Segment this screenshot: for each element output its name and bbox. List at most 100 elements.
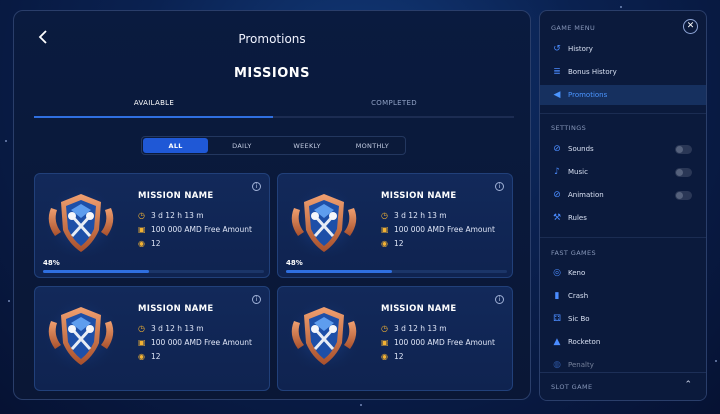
- setting-animation[interactable]: ⊘ Animation: [540, 185, 706, 205]
- megaphone-icon: ◀: [553, 90, 561, 100]
- divider: [540, 237, 706, 238]
- menu-item-label: Promotions: [568, 91, 608, 99]
- page-title: Promotions: [238, 32, 306, 46]
- keno-icon: ◎: [553, 268, 561, 278]
- close-icon: ✕: [686, 21, 695, 31]
- gamepad-icon: ◉: [381, 238, 388, 248]
- setting-music[interactable]: ♪ Music: [540, 162, 706, 182]
- clock-icon: ◷: [381, 210, 388, 220]
- info-icon[interactable]: i: [252, 295, 261, 304]
- period-filter: ALL DAILY WEEKLY MONTHLY: [141, 136, 406, 155]
- progress-bar: [43, 270, 264, 273]
- gift-icon: ▣: [381, 337, 389, 347]
- animation-muted-icon: ⊘: [553, 190, 561, 200]
- crash-chart-icon: ▮: [554, 291, 560, 301]
- gift-icon: ▣: [381, 224, 389, 234]
- menu-item-history[interactable]: ↺ History: [540, 39, 706, 59]
- mission-games: 12: [151, 239, 161, 248]
- game-sic-bo[interactable]: ⚃ Sic Bo: [540, 309, 706, 329]
- gamepad-icon: ◉: [138, 238, 145, 248]
- slot-game-label: SLOT GAME: [551, 383, 593, 391]
- clock-icon: ◷: [138, 323, 145, 333]
- sound-muted-icon: ⊘: [553, 144, 561, 154]
- gift-icon: ▣: [138, 337, 146, 347]
- game-label: Crash: [568, 292, 589, 300]
- mission-reward: 100 000 AMD Free Amount: [394, 225, 495, 234]
- mission-card[interactable]: MISSION NAME i ◷ 3 d 12 h 13 m ▣ 100 000 A…: [277, 173, 513, 278]
- game-label: Keno: [568, 269, 586, 277]
- mission-badge-icon: [43, 184, 119, 260]
- mission-games: 12: [151, 352, 161, 361]
- sounds-toggle[interactable]: [675, 144, 692, 154]
- menu-item-label: History: [568, 45, 593, 53]
- mission-reward: 100 000 AMD Free Amount: [151, 338, 252, 347]
- clock-icon: ◷: [138, 210, 145, 220]
- rocket-icon: ▲: [553, 337, 561, 347]
- mission-time: 3 d 12 h 13 m: [151, 211, 204, 220]
- mission-tabs: AVAILABLE COMPLETED: [34, 99, 514, 119]
- settings-label: SETTINGS: [551, 124, 587, 132]
- menu-item-label: Bonus History: [568, 68, 617, 76]
- progress-fill: [286, 270, 393, 273]
- mission-games: 12: [394, 239, 404, 248]
- penalty-icon: ◍: [553, 360, 561, 370]
- dice-icon: ⚃: [553, 314, 561, 324]
- bonus-history-icon: ≣: [553, 67, 561, 77]
- progress-label: 48%: [43, 259, 60, 267]
- missions-heading: MISSIONS: [233, 66, 311, 81]
- mission-card[interactable]: MISSION NAME i ◷ 3 d 12 h 13 m ▣ 100 000 A…: [34, 173, 270, 278]
- mission-badge-icon: [286, 297, 362, 373]
- fast-games-label: FAST GAMES: [551, 249, 597, 257]
- setting-rules[interactable]: ⚒ Rules: [540, 208, 706, 228]
- progress-bar: [286, 270, 507, 273]
- close-button[interactable]: ✕: [683, 19, 698, 34]
- game-menu-label: GAME MENU: [551, 24, 596, 32]
- mission-games: 12: [394, 352, 404, 361]
- progress-fill: [43, 270, 150, 273]
- game-menu-sidebar: GAME MENU ✕ ↺ History ≣ Bonus History ◀ Pro…: [539, 10, 707, 401]
- mission-reward: 100 000 AMD Free Amount: [151, 225, 252, 234]
- game-keno[interactable]: ◎ Keno: [540, 263, 706, 283]
- chevron-up-icon[interactable]: ⌃: [684, 380, 692, 390]
- mission-reward: 100 000 AMD Free Amount: [394, 338, 495, 347]
- menu-item-bonus-history[interactable]: ≣ Bonus History: [540, 62, 706, 82]
- gamepad-icon: ◉: [381, 351, 388, 361]
- history-icon: ↺: [553, 44, 561, 54]
- setting-label: Music: [568, 168, 588, 176]
- info-icon[interactable]: i: [252, 182, 261, 191]
- gamepad-icon: ◉: [138, 351, 145, 361]
- info-icon[interactable]: i: [495, 182, 504, 191]
- game-rocketon[interactable]: ▲ Rocketon: [540, 332, 706, 352]
- info-icon[interactable]: i: [495, 295, 504, 304]
- mission-card[interactable]: MISSION NAME i ◷ 3 d 12 h 13 m ▣ 100 000 A…: [277, 286, 513, 391]
- filter-weekly[interactable]: WEEKLY: [275, 137, 340, 154]
- game-label: Penalty: [568, 361, 594, 369]
- mission-name: MISSION NAME: [138, 304, 214, 314]
- mission-badge-icon: [286, 184, 362, 260]
- filter-monthly[interactable]: MONTHLY: [340, 137, 405, 154]
- game-crash[interactable]: ▮ Crash: [540, 286, 706, 306]
- setting-label: Rules: [568, 214, 587, 222]
- setting-sounds[interactable]: ⊘ Sounds: [540, 139, 706, 159]
- rules-hammer-icon: ⚒: [552, 213, 562, 223]
- game-label: Rocketon: [568, 338, 601, 346]
- tab-available[interactable]: AVAILABLE: [34, 99, 274, 107]
- divider: [540, 113, 706, 114]
- music-muted-icon: ♪: [554, 167, 560, 177]
- tab-completed[interactable]: COMPLETED: [274, 99, 514, 107]
- mission-badge-icon: [43, 297, 119, 373]
- mission-name: MISSION NAME: [381, 304, 457, 314]
- mission-card[interactable]: MISSION NAME i ◷ 3 d 12 h 13 m ▣ 100 000 A…: [34, 286, 270, 391]
- filter-daily[interactable]: DAILY: [209, 137, 274, 154]
- slot-game-section[interactable]: SLOT GAME ⌃: [540, 372, 706, 400]
- progress-label: 48%: [286, 259, 303, 267]
- gift-icon: ▣: [138, 224, 146, 234]
- music-toggle[interactable]: [675, 167, 692, 177]
- animation-toggle[interactable]: [675, 190, 692, 200]
- filter-all[interactable]: ALL: [143, 138, 209, 153]
- promotions-panel: Promotions MISSIONS AVAILABLE COMPLETED …: [13, 10, 531, 400]
- mission-time: 3 d 12 h 13 m: [394, 324, 447, 333]
- setting-label: Sounds: [568, 145, 594, 153]
- mission-time: 3 d 12 h 13 m: [394, 211, 447, 220]
- menu-item-promotions[interactable]: ◀ Promotions: [540, 85, 706, 105]
